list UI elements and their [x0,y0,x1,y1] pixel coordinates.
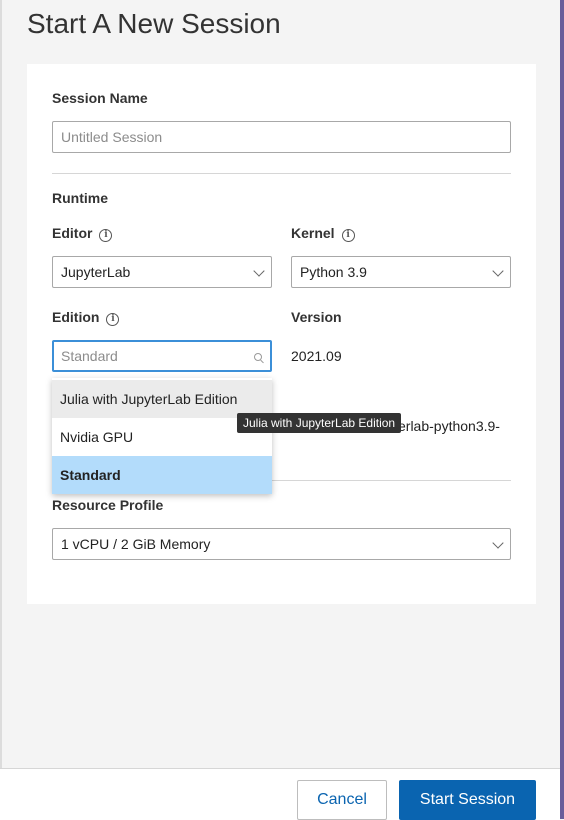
image-name-partial: erlab-python3.9- [398,418,500,434]
divider [52,173,511,174]
chevron-down-icon [492,265,504,277]
edition-placeholder: Standard [61,348,118,364]
version-label: Version [291,309,342,325]
info-icon[interactable]: i [99,229,113,242]
edition-label: Edition i [52,309,120,326]
info-icon[interactable]: i [341,229,355,242]
divider [272,480,511,481]
start-session-button[interactable]: Start Session [399,780,536,820]
resource-profile-select[interactable]: 1 vCPU / 2 GiB Memory [52,528,511,560]
resource-profile-value: 1 vCPU / 2 GiB Memory [61,536,211,552]
edition-option-selected[interactable]: Standard [52,456,272,494]
search-icon [254,353,262,361]
option-tooltip: Julia with JupyterLab Edition [237,413,402,433]
window-edge-right [560,0,564,819]
edition-search-input[interactable]: Standard [52,340,272,372]
info-icon[interactable]: i [106,313,120,326]
edition-dropdown-menu: Julia with JupyterLab Edition Nvidia GPU… [52,378,272,494]
session-name-input[interactable]: Untitled Session [52,121,511,153]
cancel-button[interactable]: Cancel [297,780,387,820]
session-name-label: Session Name [52,90,148,106]
version-value: 2021.09 [291,348,342,364]
kernel-label: Kernel i [291,225,355,242]
kernel-select[interactable]: Python 3.9 [291,256,511,288]
editor-select-value: JupyterLab [61,264,131,280]
edition-label-text: Edition [52,309,100,325]
modal-title: Start A New Session [27,8,281,39]
editor-select[interactable]: JupyterLab [52,256,272,288]
chevron-down-icon [492,537,504,549]
editor-label: Editor i [52,225,113,242]
window-edge-left [0,0,2,819]
chevron-down-icon [253,265,265,277]
resource-profile-label: Resource Profile [52,497,164,513]
kernel-select-value: Python 3.9 [300,264,367,280]
runtime-heading: Runtime [52,190,108,206]
editor-label-text: Editor [52,225,93,241]
session-name-placeholder: Untitled Session [61,129,163,145]
kernel-label-text: Kernel [291,225,335,241]
